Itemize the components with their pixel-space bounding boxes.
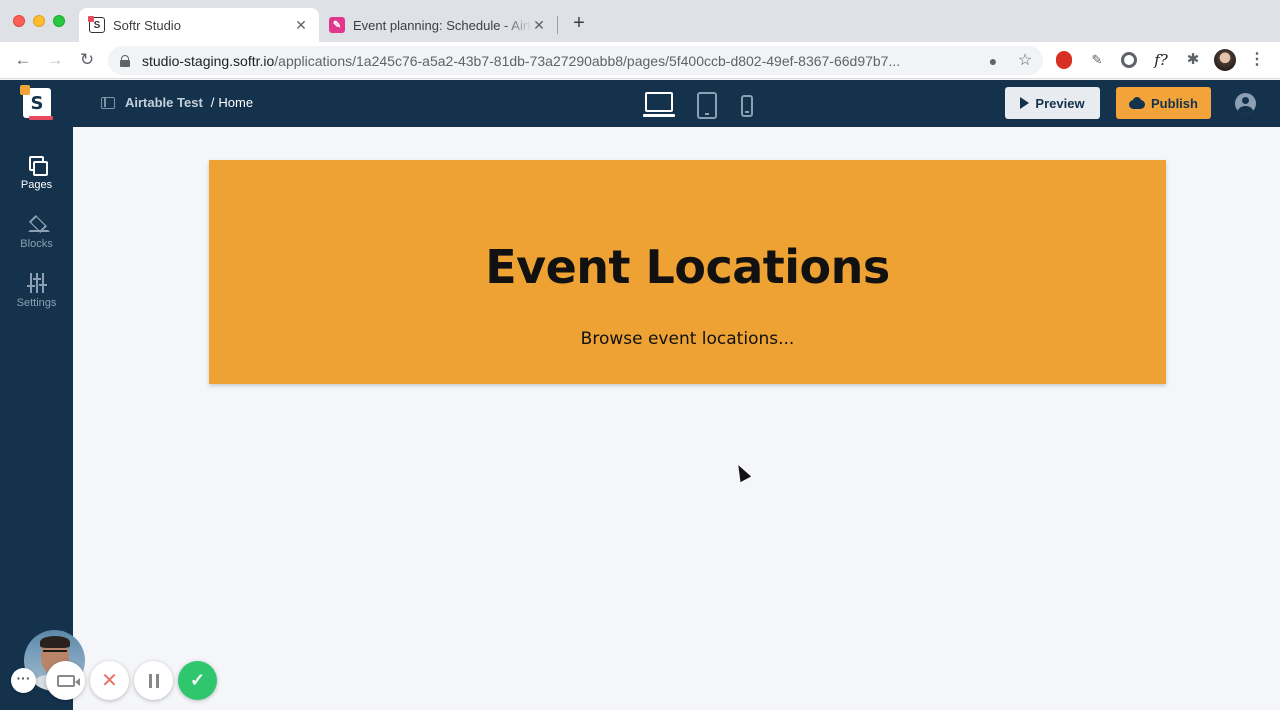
app-layout-icon bbox=[101, 96, 115, 109]
recorder-finish-button[interactable]: ✓ bbox=[178, 661, 217, 700]
url-path: /applications/1a245c76-a5a2-43b7-81db-73… bbox=[274, 52, 901, 69]
sidebar-item-label: Pages bbox=[20, 179, 53, 191]
webcam-hair bbox=[40, 636, 70, 648]
tab-close-icon[interactable]: ✕ bbox=[293, 17, 309, 34]
window-zoom-button[interactable] bbox=[53, 15, 65, 27]
formula-icon[interactable]: f? bbox=[1152, 51, 1170, 69]
blocks-icon bbox=[27, 214, 50, 234]
browser-tab-airtable[interactable]: ✎ Event planning: Schedule - Airtable ✕ bbox=[319, 8, 557, 42]
sidebar-item-blocks[interactable]: Blocks bbox=[0, 214, 73, 250]
sidebar-item-label: Settings bbox=[16, 297, 57, 309]
chrome-extension-icon[interactable] bbox=[1120, 51, 1138, 69]
bookmark-star-icon[interactable]: ☆ bbox=[1016, 52, 1034, 70]
publish-button[interactable]: Publish bbox=[1116, 87, 1211, 119]
preview-label: Preview bbox=[1035, 95, 1085, 111]
webcam-glasses bbox=[43, 650, 67, 655]
hero-subtitle[interactable]: Browse event locations... bbox=[209, 329, 1166, 349]
browser-toolbar: ← → ↻ studio-staging.softr.io/applicatio… bbox=[0, 42, 1280, 79]
sidebar-item-settings[interactable]: Settings bbox=[0, 273, 73, 309]
pause-icon bbox=[148, 673, 159, 688]
cloud-upload-icon bbox=[1129, 97, 1146, 109]
browser-tab-softr-studio[interactable]: S Softr Studio ✕ bbox=[79, 8, 319, 42]
tab-divider bbox=[557, 16, 558, 34]
tab-title: Event planning: Schedule - Airtable bbox=[353, 17, 531, 33]
recorder-cancel-button[interactable]: ✕ bbox=[90, 661, 129, 700]
puzzle-icon[interactable]: ✱ bbox=[1184, 51, 1202, 69]
forward-arrow-icon[interactable]: → bbox=[44, 49, 66, 71]
softr-logo[interactable]: S bbox=[20, 85, 53, 120]
eyedropper-icon[interactable]: ✎ bbox=[1088, 51, 1106, 69]
mobile-view-icon[interactable] bbox=[741, 95, 753, 117]
breadcrumb: Airtable Test / Home bbox=[101, 95, 253, 110]
recorder-camera-toggle-button[interactable] bbox=[46, 661, 85, 700]
hero-title[interactable]: Event Locations bbox=[209, 240, 1166, 294]
profile-avatar[interactable] bbox=[1214, 49, 1236, 71]
address-bar[interactable]: studio-staging.softr.io/applications/1a2… bbox=[108, 46, 1043, 75]
play-icon bbox=[1020, 97, 1030, 109]
settings-sliders-icon bbox=[26, 273, 47, 293]
window-close-button[interactable] bbox=[13, 15, 25, 27]
microphone-icon[interactable]: ● bbox=[984, 52, 1002, 70]
softr-favicon-icon: S bbox=[88, 16, 105, 33]
url-text[interactable]: studio-staging.softr.io/applications/1a2… bbox=[142, 53, 972, 69]
reload-icon[interactable]: ↻ bbox=[76, 49, 98, 71]
user-account-icon[interactable] bbox=[1235, 93, 1256, 114]
pages-icon bbox=[27, 155, 48, 176]
breadcrumb-page-name[interactable]: Home bbox=[218, 95, 253, 110]
window-minimize-button[interactable] bbox=[33, 15, 45, 27]
recorder-pause-button[interactable] bbox=[134, 661, 173, 700]
desktop-view-icon[interactable] bbox=[643, 92, 675, 118]
breadcrumb-app-name[interactable]: Airtable Test bbox=[125, 95, 203, 110]
breadcrumb-separator: / bbox=[210, 95, 215, 110]
hero-block[interactable]: Event Locations Browse event locations..… bbox=[209, 160, 1166, 384]
sidebar-item-label: Blocks bbox=[20, 238, 53, 250]
sidebar-item-pages[interactable]: Pages bbox=[0, 155, 73, 191]
new-tab-button[interactable]: + bbox=[568, 12, 590, 34]
tab-close-icon[interactable]: ✕ bbox=[531, 17, 547, 34]
adblock-icon[interactable] bbox=[1056, 51, 1074, 69]
publish-label: Publish bbox=[1151, 95, 1198, 111]
video-camera-icon bbox=[56, 674, 80, 687]
back-arrow-icon[interactable]: ← bbox=[12, 49, 34, 71]
browser-tab-strip: S Softr Studio ✕ ✎ Event planning: Sched… bbox=[0, 0, 1280, 42]
tab-title: Softr Studio bbox=[113, 17, 181, 33]
lock-icon[interactable] bbox=[120, 54, 130, 67]
airtable-favicon-icon: ✎ bbox=[329, 17, 345, 33]
desktop-base bbox=[643, 114, 675, 117]
recorder-more-button[interactable]: ··· bbox=[11, 668, 36, 693]
tablet-view-icon[interactable] bbox=[697, 92, 717, 119]
url-host: studio-staging.softr.io bbox=[142, 52, 275, 69]
preview-button[interactable]: Preview bbox=[1005, 87, 1100, 119]
browser-menu-icon[interactable]: ⋮ bbox=[1248, 49, 1266, 71]
left-sidebar: Pages Blocks Settings bbox=[0, 127, 73, 710]
desktop-screen bbox=[645, 92, 673, 112]
